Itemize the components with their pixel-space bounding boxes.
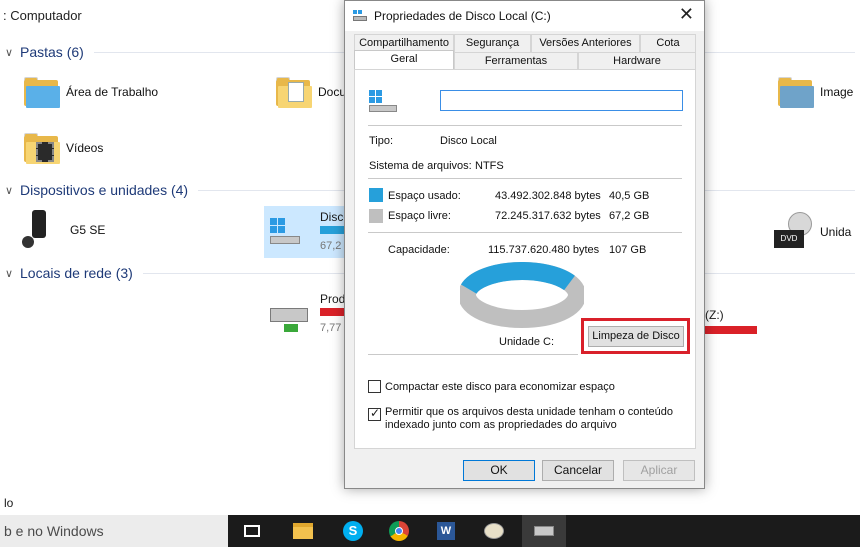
folder-icon	[24, 76, 60, 108]
separator	[368, 178, 682, 179]
checkmark-icon: ✓	[370, 406, 381, 420]
folder-documents[interactable]: Docu	[276, 76, 346, 108]
folder-videos[interactable]: Vídeos	[24, 132, 103, 164]
tipo-label: Tipo:	[369, 135, 394, 147]
folder-label: Vídeos	[66, 141, 104, 155]
folder-label: Image	[820, 85, 854, 99]
device-label: G5 SE	[70, 223, 106, 237]
word-icon[interactable]: W	[426, 515, 466, 547]
folder-icon	[778, 76, 814, 108]
device-phone[interactable]: G5 SE	[22, 210, 105, 250]
folder-label: Docu	[318, 85, 347, 99]
used-space-arc	[460, 262, 575, 295]
free-space-label: Espaço livre:	[388, 210, 451, 222]
folder-images[interactable]: Image	[778, 76, 853, 108]
drive-name-input[interactable]	[440, 90, 683, 111]
used-space-bytes: 43.492.302.848 bytes	[495, 190, 601, 202]
used-space-size: 40,5 GB	[609, 190, 650, 202]
task-view-icon[interactable]	[232, 515, 272, 547]
capacity-size: 107 GB	[609, 244, 647, 256]
chevron-down-icon[interactable]: ∨	[5, 46, 17, 59]
free-space-bytes: 72.245.317.632 bytes	[495, 210, 601, 222]
folder-desktop[interactable]: Área de Trabalho	[24, 76, 158, 108]
index-label-line2: indexado junto com as propriedades do ar…	[385, 419, 617, 431]
tipo-value: Disco Local	[440, 135, 497, 147]
chrome-icon[interactable]	[379, 515, 419, 547]
apply-button[interactable]: Aplicar	[623, 460, 695, 481]
folder-icon	[276, 76, 312, 108]
chevron-down-icon[interactable]: ∨	[5, 184, 17, 197]
close-icon[interactable]: ✕	[679, 4, 694, 25]
device-free: 67,2	[320, 240, 342, 252]
network-drive[interactable]: Prod 7,77	[268, 288, 348, 344]
phone-icon	[22, 210, 52, 250]
used-space-label: Espaço usado:	[388, 190, 461, 202]
dialog-title: Propriedades de Disco Local (C:)	[374, 9, 551, 23]
used-space-swatch	[369, 188, 383, 202]
chevron-down-icon[interactable]: ∨	[5, 267, 17, 280]
paint-icon[interactable]	[474, 515, 514, 547]
windows-drive-icon	[369, 90, 399, 114]
group-title: Pastas (6)	[20, 44, 84, 60]
tab-geral[interactable]: Geral	[354, 50, 454, 71]
disk-usage-donut	[460, 262, 584, 328]
tab-row-2: Geral Ferramentas Hardware	[354, 50, 696, 71]
disk-cleanup-icon[interactable]	[522, 515, 566, 547]
filesystem-value: NTFS	[475, 160, 504, 172]
dialog-titlebar[interactable]: Propriedades de Disco Local (C:) ✕	[345, 1, 704, 31]
windows-drive-icon	[270, 218, 304, 246]
network-drive-label: Prod	[320, 292, 346, 306]
network-drive-free: 7,77	[320, 322, 342, 334]
group-title: Locais de rede (3)	[20, 265, 133, 281]
capacity-label: Capacidade:	[388, 244, 450, 256]
compress-label: Compactar este disco para economizar esp…	[385, 381, 615, 393]
taskbar: b e no Windows S W	[0, 515, 860, 547]
drive-label: Unidade C:	[499, 336, 555, 348]
separator	[368, 232, 682, 233]
separator	[368, 125, 682, 126]
device-dvd[interactable]: DVD Unida	[774, 212, 851, 252]
tab-ferramentas[interactable]: Ferramentas	[454, 52, 578, 70]
disk-cleanup-button[interactable]: Limpeza de Disco	[588, 326, 684, 347]
device-disk-c[interactable]: Disco 67,2	[264, 206, 350, 258]
group-title: Dispositivos e unidades (4)	[20, 182, 189, 198]
folder-icon	[24, 132, 60, 164]
ok-button[interactable]: OK	[463, 460, 535, 481]
tab-panel-geral: Tipo: Disco Local Sistema de arquivos: N…	[354, 69, 696, 449]
index-checkbox[interactable]: ✓	[368, 406, 381, 421]
dvd-icon: DVD	[774, 212, 814, 252]
filesystem-label: Sistema de arquivos:	[369, 160, 472, 172]
free-space-swatch	[369, 209, 383, 223]
breadcrumb[interactable]: : Computador	[3, 8, 82, 23]
network-drive-icon	[270, 302, 312, 332]
tab-hardware[interactable]: Hardware	[578, 52, 696, 70]
disk-usage-bar	[320, 226, 346, 234]
network-z-usage-bar	[705, 326, 757, 334]
device-label: Unida	[820, 225, 852, 239]
skype-icon[interactable]: S	[333, 515, 373, 547]
taskbar-search[interactable]: b e no Windows	[0, 515, 228, 547]
folder-label: Área de Trabalho	[66, 85, 159, 99]
separator	[368, 354, 578, 355]
network-drive-z[interactable]: (Z:)	[705, 308, 757, 334]
capacity-bytes: 115.737.620.480 bytes	[488, 244, 600, 256]
file-explorer-icon[interactable]	[283, 515, 323, 547]
cancel-button[interactable]: Cancelar	[542, 460, 614, 481]
index-label-line1: Permitir que os arquivos desta unidade t…	[385, 406, 674, 418]
free-space-size: 67,2 GB	[609, 210, 650, 222]
drive-icon	[353, 10, 369, 22]
status-bar-text: lo	[4, 496, 14, 510]
compress-checkbox[interactable]	[368, 380, 381, 393]
network-drive-z-label: (Z:)	[705, 308, 724, 322]
properties-dialog: Propriedades de Disco Local (C:) ✕ Compa…	[344, 0, 705, 489]
